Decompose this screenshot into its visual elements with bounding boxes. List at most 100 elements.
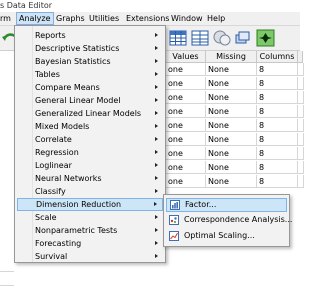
menu-item-label: Scale [35,213,57,222]
cell-next[interactable] [298,175,304,188]
menu-utilities[interactable]: Utilities [87,13,121,24]
menu-item-regression[interactable]: Regression [17,146,163,159]
cell-next[interactable] [298,133,304,146]
menu-item-label: Mixed Models [35,122,90,131]
menu-item-tables[interactable]: Tables [17,68,163,81]
menu-item-label: Compare Means [35,83,100,92]
split-file-icon[interactable] [190,28,210,48]
cell-values[interactable]: one [166,119,206,132]
submenu-item-correspondence-analysis[interactable]: Correspondence Analysis... [166,213,292,227]
cell-values[interactable]: one [166,161,206,174]
cell-values[interactable]: one [166,147,206,160]
cell-next[interactable] [298,63,304,76]
cell-missing[interactable]: None [206,63,257,76]
menu-item-label: Neural Networks [35,174,102,183]
cell-columns[interactable]: 8 [257,161,298,174]
cell-missing[interactable]: None [206,105,257,118]
cell-next[interactable] [298,147,304,160]
column-header-columns[interactable]: Columns [257,51,298,63]
cell-columns[interactable]: 8 [257,133,298,146]
add-icon[interactable] [256,28,276,48]
menu-item-survival[interactable]: Survival [17,250,163,263]
menu-help[interactable]: Help [205,13,227,24]
menu-item-label: Descriptive Statistics [35,44,120,53]
cell-values[interactable]: one [166,91,206,104]
dimension-reduction-submenu: Factor... Correspondence Analysis... Opt… [163,194,292,247]
column-header-missing[interactable]: Missing [206,51,257,63]
submenu-arrow-icon [155,46,158,50]
submenu-arrow-icon [155,150,158,154]
row-stub[interactable] [0,273,14,286]
cell-missing[interactable]: None [206,175,257,188]
menu-item-descriptive-statistics[interactable]: Descriptive Statistics [17,42,163,55]
cell-missing[interactable]: None [206,91,257,104]
cell-missing[interactable]: None [206,119,257,132]
cell-next[interactable] [298,105,304,118]
menu-item-correlate[interactable]: Correlate [17,133,163,146]
menu-item-scale[interactable]: Scale [17,211,163,224]
cell-missing[interactable]: None [206,147,257,160]
submenu-arrow-icon [155,176,158,180]
submenu-arrow-icon [155,85,158,89]
menu-item-mixed-models[interactable]: Mixed Models [17,120,163,133]
menu-item-generalized-linear-models[interactable]: Generalized Linear Models [17,107,163,120]
submenu-arrow-icon [155,189,158,193]
menu-item-label: Regression [35,148,79,157]
cell-columns[interactable]: 8 [257,119,298,132]
cell-values[interactable]: one [166,175,206,188]
menu-item-label: General Linear Model [35,96,121,105]
submenu-arrow-icon [155,72,158,76]
cell-columns[interactable]: 8 [257,63,298,76]
menu-item-nonparametric-tests[interactable]: Nonparametric Tests [17,224,163,237]
menu-item-label: Survival [35,252,68,261]
menu-item-bayesian-statistics[interactable]: Bayesian Statistics [17,55,163,68]
submenu-arrow-icon [154,202,157,206]
menu-window[interactable]: Window [169,13,205,24]
variable-sets-icon[interactable] [234,28,254,48]
menu-item-loglinear[interactable]: Loglinear [17,159,163,172]
menu-item-reports[interactable]: Reports [17,29,163,42]
menu-graphs[interactable]: Graphs [54,13,87,24]
cell-values[interactable]: one [166,77,206,90]
submenu-item-factor[interactable]: Factor... [166,198,287,212]
data-grid-icon[interactable] [168,28,188,48]
menu-analyze[interactable]: Analyze [16,12,54,25]
submenu-item-optimal-scaling[interactable]: Optimal Scaling... [166,229,287,243]
cell-next[interactable] [298,161,304,174]
menu-item-general-linear-model[interactable]: General Linear Model [17,94,163,107]
menu-transform[interactable]: rm [0,13,13,24]
cell-columns[interactable]: 8 [257,147,298,160]
cell-next[interactable] [298,119,304,132]
cell-values[interactable]: one [166,133,206,146]
submenu-item-label: Correspondence Analysis... [184,215,293,224]
submenu-item-label: Optimal Scaling... [184,231,255,240]
submenu-arrow-icon [155,137,158,141]
menu-item-dimension-reduction[interactable]: Dimension Reduction [17,198,163,211]
cell-missing[interactable]: None [206,77,257,90]
cell-values[interactable]: one [166,63,206,76]
value-labels-icon[interactable] [212,28,232,48]
menu-item-compare-means[interactable]: Compare Means [17,81,163,94]
menu-item-label: Classify [35,187,66,196]
menu-item-classify[interactable]: Classify [17,185,163,198]
cell-missing[interactable]: None [206,161,257,174]
cell-columns[interactable]: 8 [257,91,298,104]
column-header-values[interactable]: Values [166,51,206,63]
menu-item-label: Dimension Reduction [36,200,122,209]
cell-next[interactable] [298,77,304,90]
window-title: s Data Editor [0,0,300,12]
menu-item-forecasting[interactable]: Forecasting [17,237,163,250]
cell-missing[interactable]: None [206,133,257,146]
menu-item-neural-networks[interactable]: Neural Networks [17,172,163,185]
factor-icon [170,200,180,210]
column-header-next[interactable] [298,51,303,63]
menu-extensions[interactable]: Extensions [124,13,171,24]
submenu-item-label: Factor... [185,200,217,209]
optimal-scaling-icon [169,231,179,241]
cell-values[interactable]: one [166,105,206,118]
cell-columns[interactable]: 8 [257,105,298,118]
submenu-arrow-icon [155,228,158,232]
cell-columns[interactable]: 8 [257,77,298,90]
cell-columns[interactable]: 8 [257,175,298,188]
cell-next[interactable] [298,91,304,104]
